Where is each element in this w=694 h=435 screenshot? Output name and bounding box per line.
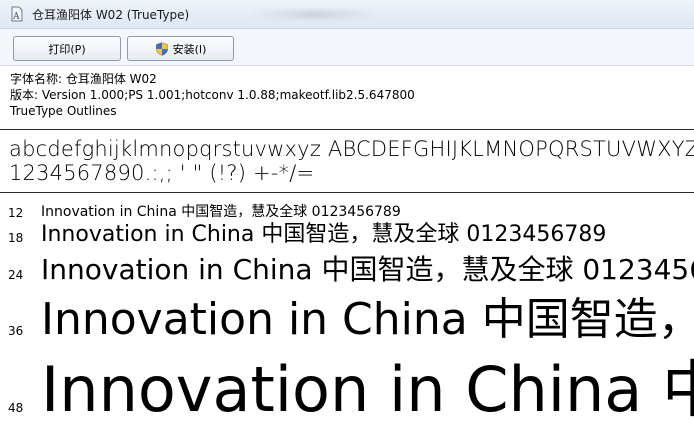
sample-text: Innovation in China 中国智造，慧及全球 0123456789 <box>41 353 694 426</box>
print-button-label: 打印(P) <box>48 42 86 56</box>
sample-text: Innovation in China 中国智造，慧及全球 0123456789 <box>41 294 694 345</box>
charset-preview: abcdefghijklmnopqrstuvwxyz ABCDEFGHIJKLM… <box>0 131 694 193</box>
font-info: 字体名称: 仓耳渔阳体 W02 版本: Version 1.000;PS 1.0… <box>0 66 694 130</box>
blurred-region <box>250 10 380 19</box>
sample-text: Innovation in China 中国智造，慧及全球 0123456789 <box>41 253 694 286</box>
sample-row-18: 18 Innovation in China 中国智造，慧及全球 0123456… <box>0 220 694 254</box>
sample-text: Innovation in China 中国智造，慧及全球 0123456789 <box>41 204 401 220</box>
uac-shield-icon <box>155 41 168 56</box>
version-line: 版本: Version 1.000;PS 1.001;hotconv 1.0.8… <box>10 88 415 102</box>
svg-text:A: A <box>12 12 20 22</box>
size-label: 24 <box>8 268 24 282</box>
print-button[interactable]: 打印(P) <box>13 36 121 61</box>
install-button[interactable]: 安装(I) <box>127 36 234 61</box>
font-name-line: 字体名称: 仓耳渔阳体 W02 <box>10 72 157 86</box>
charset-digits-symbols: 1234567890.:,; ' " (!?) +-*/= <box>9 161 315 185</box>
sample-text: Innovation in China 中国智造，慧及全球 0123456789 <box>41 222 607 247</box>
title-bar: A 仓耳渔阳体 W02 (TrueType) <box>0 0 694 29</box>
font-file-icon: A <box>11 6 23 22</box>
sample-row-36: 36 Innovation in China 中国智造，慧及全球 0123456… <box>0 290 694 352</box>
window-title: 仓耳渔阳体 W02 (TrueType) <box>32 8 190 22</box>
size-label: 48 <box>8 401 24 415</box>
install-button-label: 安装(I) <box>172 42 207 56</box>
charset-letters: abcdefghijklmnopqrstuvwxyz ABCDEFGHIJKLM… <box>9 137 694 161</box>
size-samples: 12 Innovation in China 中国智造，慧及全球 0123456… <box>0 194 694 435</box>
size-label: 18 <box>8 231 24 245</box>
toolbar: 打印(P) 安装(I) <box>0 29 694 66</box>
sample-row-24: 24 Innovation in China 中国智造，慧及全球 0123456… <box>0 251 694 291</box>
size-label: 36 <box>8 324 24 338</box>
outlines-line: TrueType Outlines <box>10 104 117 118</box>
sample-row-48: 48 Innovation in China 中国智造，慧及全球 0123456… <box>0 352 694 435</box>
size-label: 12 <box>8 206 24 220</box>
